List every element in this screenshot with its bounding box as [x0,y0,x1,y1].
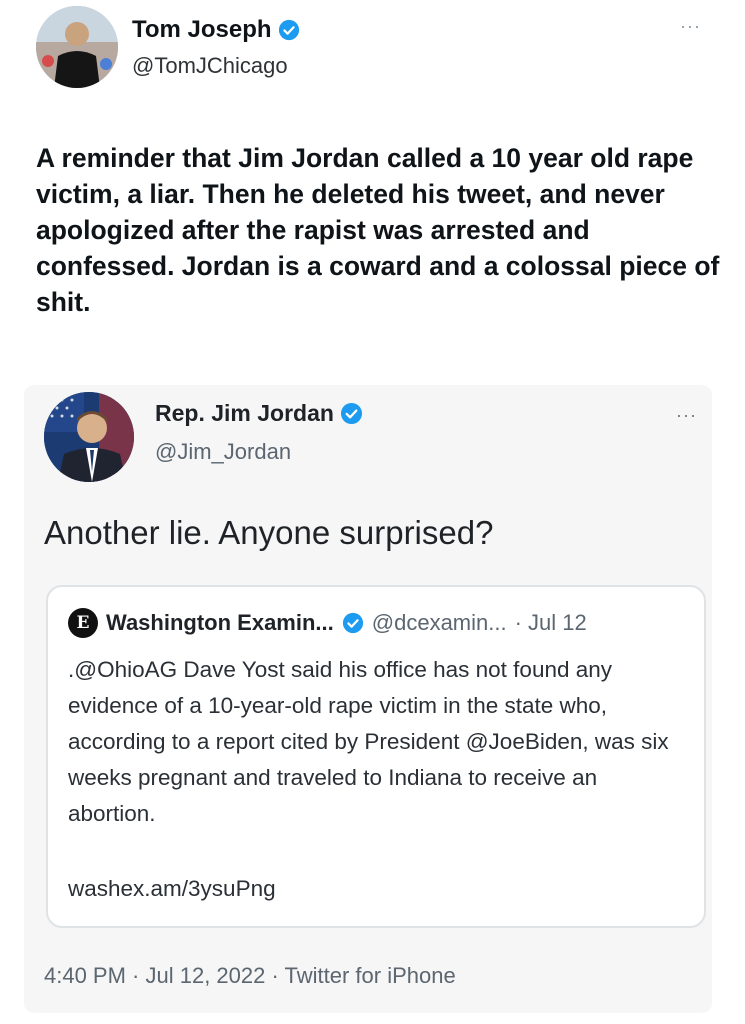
embedded-tweet-text: Another lie. Anyone surprised? [44,514,494,551]
embedded-author-handle: @Jim_Jordan [155,439,292,464]
more-options-icon[interactable]: ··· [680,16,701,37]
quoted-tweet-date: · Jul 12 [514,610,587,635]
quoted-tweet-link: washex.am/3ysuPng [68,876,276,901]
verified-badge-icon [340,402,363,425]
author-name-text[interactable]: Tom Joseph [132,16,272,44]
verified-badge-icon [278,19,300,41]
embedded-author-name: Rep. Jim Jordan [155,400,363,427]
washington-examiner-logo-icon: E [68,608,98,638]
quoted-tweet-header: E Washington Examin... @dcexamin... · Ju… [68,608,587,638]
tom-joseph-avatar[interactable] [36,6,118,88]
author-name[interactable]: Tom Joseph [132,16,300,44]
verified-badge-icon [342,612,364,634]
jim-jordan-avatar [44,392,134,482]
tweet-text: A reminder that Jim Jordan called a 10 y… [36,143,720,317]
quoted-author-handle: @dcexamin... [371,610,507,635]
author-handle[interactable]: @TomJChicago [132,53,288,79]
more-options-icon: ··· [676,405,697,425]
quoted-tweet-text: .@OhioAG Dave Yost said his office has n… [68,657,669,826]
embedded-author-name-text: Rep. Jim Jordan [155,400,334,426]
tweet-meta: 4:40 PM · Jul 12, 2022 · Twitter for iPh… [44,963,456,988]
quoted-author-name: Washington Examin... [106,610,334,635]
